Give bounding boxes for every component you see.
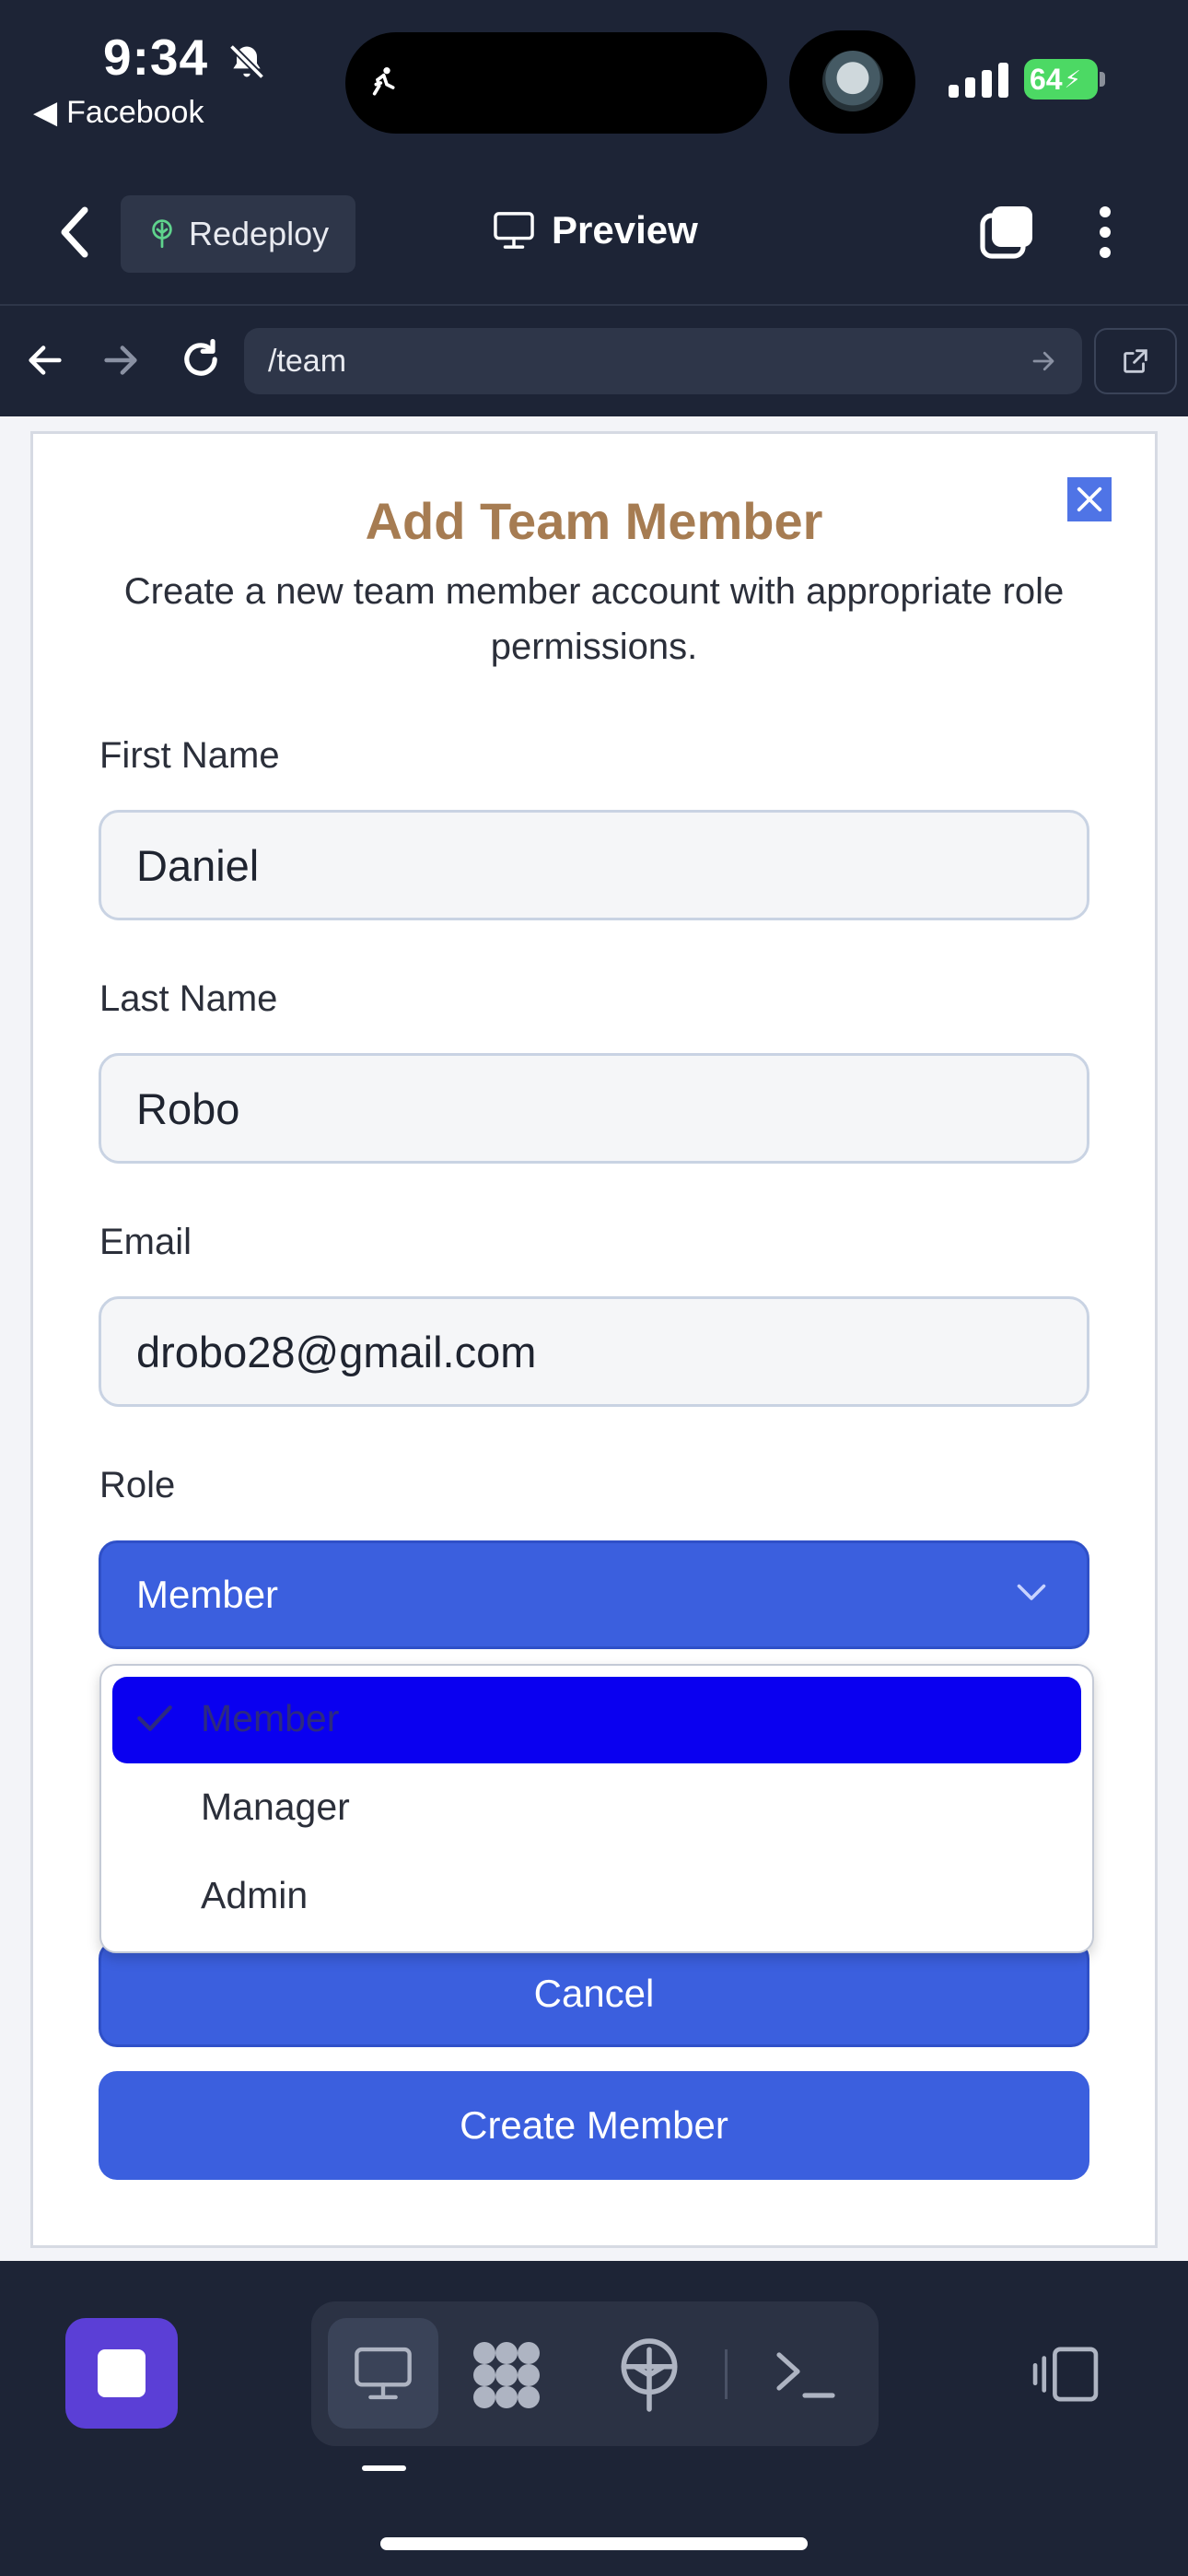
home-indicator[interactable]: [380, 2537, 808, 2550]
open-external-button[interactable]: [1094, 328, 1177, 394]
role-option-member-label: Member: [201, 1697, 340, 1739]
email-value: drobo28@gmail.com: [136, 1327, 537, 1376]
page-title: Preview: [493, 208, 698, 252]
battery-level: 64: [1030, 62, 1063, 96]
url-input[interactable]: /team: [244, 328, 1082, 394]
chevron-down-icon: [1017, 1584, 1046, 1600]
avatar: [822, 51, 883, 111]
stop-button[interactable]: [65, 2318, 178, 2429]
arrow-left-icon[interactable]: [24, 339, 66, 381]
arrow-right-icon[interactable]: [99, 339, 142, 381]
arrow-right-icon[interactable]: [1030, 347, 1057, 375]
role-option-admin[interactable]: Admin: [201, 1874, 308, 1917]
runner-icon: [372, 67, 395, 96]
first-name-value: Daniel: [136, 840, 260, 890]
first-name-input[interactable]: Daniel: [99, 810, 1089, 920]
devices-icon[interactable]: [1030, 2346, 1101, 2403]
role-select-value: Member: [136, 1573, 279, 1616]
back-to-app-link[interactable]: ◀ Facebook: [33, 94, 204, 131]
back-triangle-icon: ◀: [33, 95, 58, 130]
cancel-button[interactable]: Cancel: [99, 1940, 1089, 2047]
check-icon: [137, 1705, 172, 1731]
first-name-label: First Name: [99, 735, 280, 776]
tabs-icon[interactable]: [979, 205, 1034, 260]
cancel-label: Cancel: [533, 1972, 655, 2015]
monitor-icon: [355, 2347, 412, 2400]
bell-slash-icon: [228, 43, 265, 80]
role-select[interactable]: Member: [99, 1540, 1089, 1649]
preview-label: Preview: [552, 208, 698, 252]
dialog-description: Create a new team member account with ap…: [123, 571, 1065, 667]
create-member-button[interactable]: Create Member: [99, 2071, 1089, 2180]
chevron-left-icon[interactable]: [55, 205, 92, 260]
create-member-label: Create Member: [460, 2103, 728, 2147]
more-vertical-icon[interactable]: [1087, 205, 1124, 260]
url-path: /team: [268, 343, 347, 379]
battery-icon: 64 ⚡: [1024, 59, 1098, 100]
open-external-icon: [1124, 349, 1147, 373]
toolbar-divider: [725, 2349, 728, 2399]
last-name-value: Robo: [136, 1083, 240, 1133]
email-label: Email: [99, 1222, 192, 1262]
tree-icon: [152, 219, 172, 249]
back-app-label: Facebook: [66, 94, 204, 130]
last-name-input[interactable]: Robo: [99, 1053, 1089, 1164]
stop-icon: [98, 2349, 146, 2397]
role-label: Role: [99, 1465, 176, 1505]
role-option-manager[interactable]: Manager: [201, 1786, 350, 1829]
battery-nub: [1100, 72, 1105, 87]
tab-preview[interactable]: [328, 2318, 438, 2429]
dynamic-island: [345, 32, 767, 134]
status-time: 9:34: [103, 29, 209, 86]
dialog-title: Add Team Member: [365, 492, 823, 550]
redeploy-button[interactable]: Redeploy: [121, 195, 355, 273]
monitor-icon: [494, 212, 534, 249]
redeploy-label: Redeploy: [189, 215, 330, 252]
email-field[interactable]: drobo28@gmail.com: [99, 1296, 1089, 1407]
header-divider: [0, 304, 1188, 306]
deploy-icon[interactable]: [615, 2338, 683, 2412]
apps-icon[interactable]: [470, 2340, 543, 2410]
signal-icon: [949, 63, 1008, 98]
last-name-label: Last Name: [99, 978, 278, 1019]
terminal-icon[interactable]: [774, 2348, 836, 2403]
reload-icon[interactable]: [177, 335, 225, 383]
active-tab-indicator: [362, 2465, 406, 2471]
